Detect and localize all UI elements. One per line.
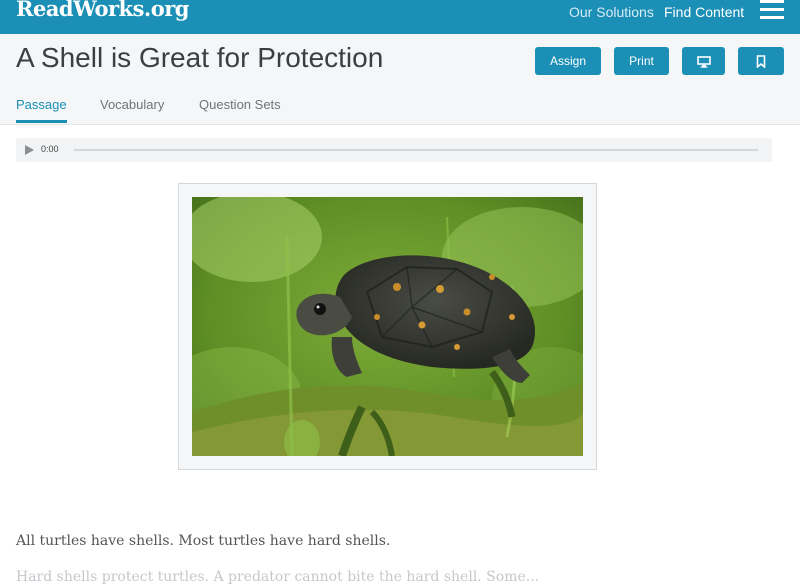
play-icon[interactable]	[25, 145, 34, 155]
readworks-logo[interactable]: ReadWorks.org	[16, 0, 189, 21]
nav-our-solutions[interactable]: Our Solutions	[569, 4, 654, 20]
nav-find-content[interactable]: Find Content	[664, 4, 744, 20]
bookmark-button[interactable]	[738, 47, 784, 75]
passage-image-frame	[178, 183, 597, 470]
top-navigation-bar: ReadWorks.org Our Solutions Find Content	[0, 0, 800, 34]
passage-paragraph: All turtles have shells. Most turtles ha…	[16, 533, 391, 549]
bookmark-icon	[756, 55, 766, 70]
tab-passage[interactable]: Passage	[16, 97, 67, 112]
active-tab-indicator	[16, 120, 67, 123]
article-header: A Shell is Great for Protection Assign P…	[0, 34, 800, 125]
hamburger-menu-icon[interactable]	[760, 0, 785, 22]
audio-progress-track[interactable]	[74, 149, 758, 151]
audio-time: 0:00	[41, 144, 59, 154]
passage-paragraph: Hard shells protect turtles. A predator …	[16, 569, 540, 585]
tab-vocabulary[interactable]: Vocabulary	[100, 97, 164, 112]
projector-button[interactable]	[682, 47, 725, 75]
page-title: A Shell is Great for Protection	[16, 42, 384, 73]
audio-player: 0:00	[16, 138, 772, 162]
turtle-photo	[192, 197, 583, 456]
assign-button[interactable]: Assign	[535, 47, 601, 75]
tab-question-sets[interactable]: Question Sets	[199, 97, 281, 112]
print-button[interactable]: Print	[614, 47, 669, 75]
monitor-icon	[696, 56, 711, 68]
